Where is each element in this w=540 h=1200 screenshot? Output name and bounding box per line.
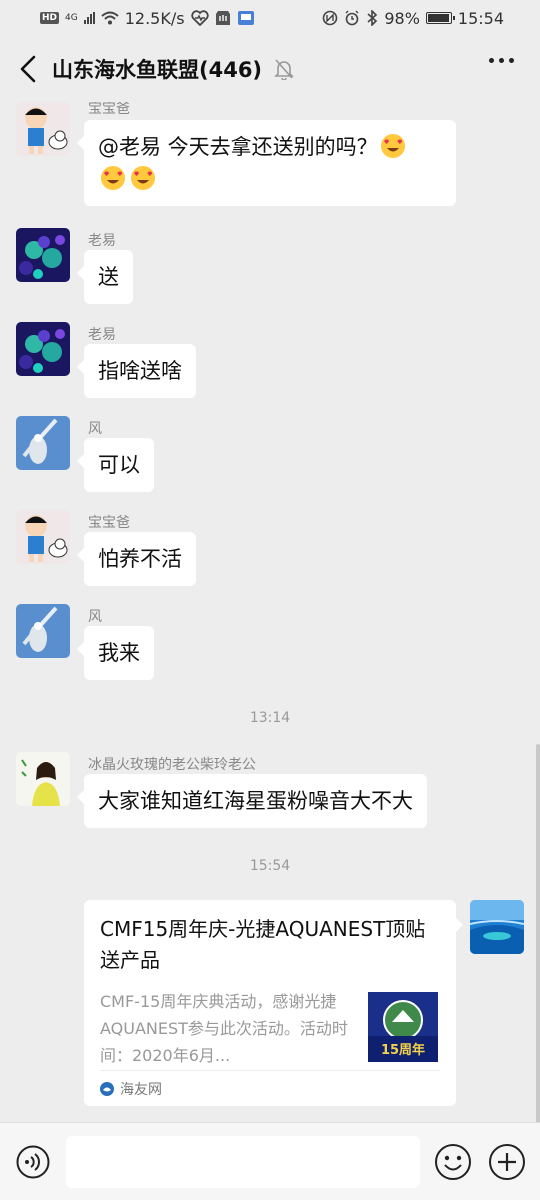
battery-icon [425, 12, 455, 24]
bird-avatar[interactable] [16, 604, 70, 658]
bluetooth-icon [367, 10, 378, 26]
message-bubble[interactable]: 怕养不活 [77, 532, 196, 586]
cartoon-boy-avatar[interactable] [16, 510, 70, 564]
link-card[interactable]: CMF15周年庆-光捷AQUANEST顶贴送产品 CMF-15周年庆典活动，感谢… [84, 900, 463, 1106]
message-bubble[interactable]: 我来 [77, 626, 154, 680]
voice-icon[interactable] [16, 1145, 50, 1179]
haiyou-logo-icon [100, 1081, 114, 1096]
page-title: 山东海水鱼联盟(446) [52, 58, 263, 82]
battery-percent: 98% [384, 8, 420, 28]
signal-icon [83, 12, 95, 24]
timestamp: 13:14 [249, 710, 291, 726]
sender-name: 冰晶火玫瑰的老公柴玲老公 [88, 757, 256, 773]
link-card-description: CMF-15周年庆典活动，感谢光捷AQUANEST参与此次活动。活动时间：202… [100, 992, 348, 1065]
message-input[interactable] [66, 1135, 420, 1188]
self-avatar[interactable] [470, 900, 524, 954]
message-text: 大家谁知道红海星蛋粉噪音大不大 [98, 789, 413, 813]
sender-name: 宝宝爸 [88, 102, 130, 117]
message-text: 指啥送啥 [98, 359, 182, 383]
sender-name: 老易 [88, 327, 116, 343]
clock: 15:54 [457, 8, 504, 28]
message-bubble[interactable]: 可以 [77, 438, 154, 492]
wifi-icon [101, 11, 119, 25]
girl-photo-avatar[interactable] [16, 752, 70, 806]
link-card-source-name: 海友网 [120, 1081, 162, 1098]
message-list[interactable]: 宝宝爸 @老易 今天去拿还送别的吗？ 老易 送 老易 指啥送啥 风 可以 宝宝爸… [0, 102, 540, 1122]
network-type: 4G [65, 13, 78, 23]
sender-name: 老易 [88, 233, 116, 249]
bell-off-icon [274, 59, 294, 80]
smiley-icon[interactable] [434, 1143, 472, 1181]
hd-badge: HD [40, 12, 60, 24]
more-horizontal-icon[interactable] [489, 58, 514, 63]
scrollbar[interactable] [536, 744, 540, 1122]
message-bubble[interactable]: 送 [77, 250, 133, 304]
message-bubble[interactable]: 大家谁知道红海星蛋粉噪音大不大 [77, 774, 427, 828]
coral-avatar[interactable] [16, 228, 70, 282]
link-card-source: 海友网 [100, 1070, 440, 1106]
screen-share-icon [237, 11, 254, 25]
chevron-left-icon[interactable] [4, 36, 52, 102]
plus-circle-icon[interactable] [488, 1143, 526, 1181]
sender-name: 风 [88, 421, 102, 437]
net-speed: 12.5K/s [124, 8, 185, 28]
message-bubble[interactable]: @老易 今天去拿还送别的吗？ [77, 120, 456, 206]
link-card-title: CMF15周年庆-光捷AQUANEST顶贴送产品 [100, 917, 426, 972]
chat-header: 山东海水鱼联盟(446) [0, 36, 540, 102]
message-text: 怕养不活 [98, 547, 182, 571]
heart-eyes-emoji-icon [131, 166, 155, 190]
hand-icon [215, 11, 230, 25]
link-card-thumbnail: 15周年 [368, 992, 438, 1062]
thumbnail-label: 15周年 [381, 1042, 425, 1058]
message-text: @老易 今天去拿还送别的吗？ [98, 135, 378, 159]
cartoon-boy-avatar[interactable] [16, 102, 70, 156]
heart-eyes-emoji-icon [101, 166, 125, 190]
health-icon [190, 10, 209, 26]
input-bar [0, 1122, 540, 1200]
heart-eyes-emoji-icon [380, 134, 405, 158]
sender-name: 宝宝爸 [88, 515, 130, 531]
timestamp: 15:54 [249, 858, 291, 874]
message-bubble[interactable]: 指啥送啥 [77, 344, 196, 398]
bird-avatar[interactable] [16, 416, 70, 470]
message-text: 送 [98, 265, 119, 289]
message-text: 我来 [98, 641, 140, 665]
alarm-icon [345, 10, 359, 26]
sender-name: 风 [88, 609, 102, 625]
status-bar: HD 4G 12.5K/s 98% 15:54 [0, 0, 540, 36]
message-text: 可以 [98, 453, 140, 477]
coral-avatar[interactable] [16, 322, 70, 376]
nfc-icon [323, 10, 338, 26]
